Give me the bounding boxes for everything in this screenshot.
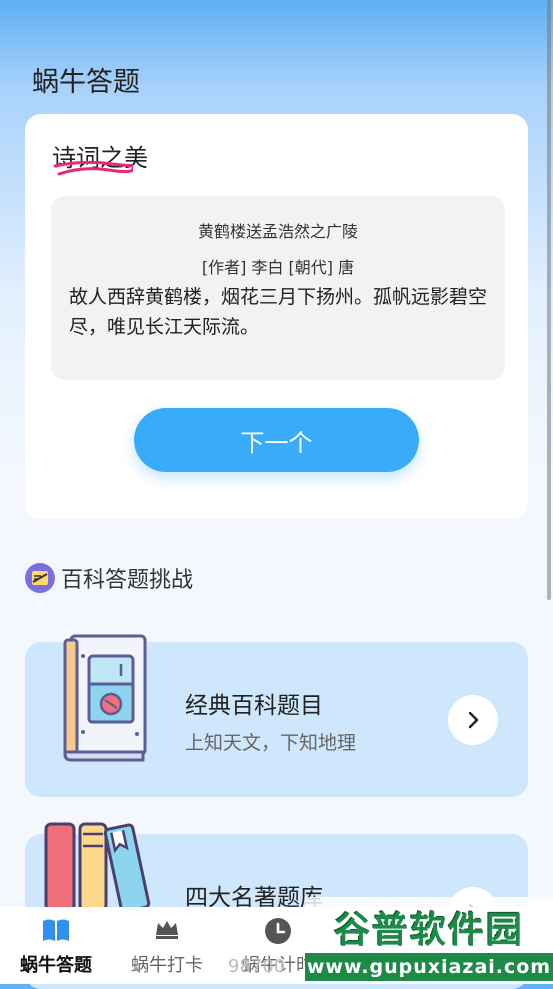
crown-icon xyxy=(156,921,178,939)
watermark-url: www.gupuxiazai.com xyxy=(305,953,553,981)
book-cup-illustration xyxy=(63,634,147,762)
chevron-right-icon xyxy=(468,711,479,729)
watermark-page-text: 98700 xyxy=(228,956,286,977)
open-book-icon xyxy=(43,919,69,941)
poem-author: [作者] 李白 [朝代] 唐 xyxy=(201,258,355,277)
tab-answer[interactable]: 蜗牛答题 xyxy=(1,907,111,984)
clock-icon xyxy=(265,918,291,944)
tab-checkin[interactable]: 蜗牛打卡 xyxy=(112,907,222,984)
tab-label: 蜗牛答题 xyxy=(20,955,92,976)
page-title: 蜗牛答题 xyxy=(32,67,140,98)
books-illustration xyxy=(44,822,151,910)
watermark-logo: 谷普软件园 xyxy=(333,910,524,951)
poem-text: 故人西辞黄鹤楼，烟花三月下扬州。孤帆远影碧空尽，唯见长江天际流。 xyxy=(69,286,488,338)
watermark: 谷普软件园 www.gupuxiazai.com xyxy=(305,897,553,984)
category-subtitle: 上知天文，下知地理 xyxy=(185,732,357,754)
poem-name: 黄鹤楼送孟浩然之广陵 xyxy=(197,222,358,241)
section-header: 百科答题挑战 xyxy=(25,562,193,594)
scrollbar[interactable] xyxy=(547,0,551,600)
tab-label: 蜗牛打卡 xyxy=(131,955,203,976)
poem-box: 黄鹤楼送孟浩然之广陵 [作者] 李白 [朝代] 唐 故人西辞黄鹤楼，烟花三月下扬… xyxy=(51,196,505,380)
highlight-underline-icon xyxy=(53,160,133,176)
poem-card: 诗词之美 黄鹤楼送孟浩然之广陵 [作者] 李白 [朝代] 唐 故人西辞黄鹤楼，烟… xyxy=(25,114,528,519)
category-title: 经典百科题目 xyxy=(185,693,323,719)
next-button[interactable]: 下一个 xyxy=(134,408,419,472)
category-arrow-button[interactable] xyxy=(448,695,498,745)
category-card-classic[interactable]: 经典百科题目 上知天文，下知地理 xyxy=(25,634,528,797)
section-title: 百科答题挑战 xyxy=(61,568,194,593)
quiz-badge-icon xyxy=(25,563,55,593)
